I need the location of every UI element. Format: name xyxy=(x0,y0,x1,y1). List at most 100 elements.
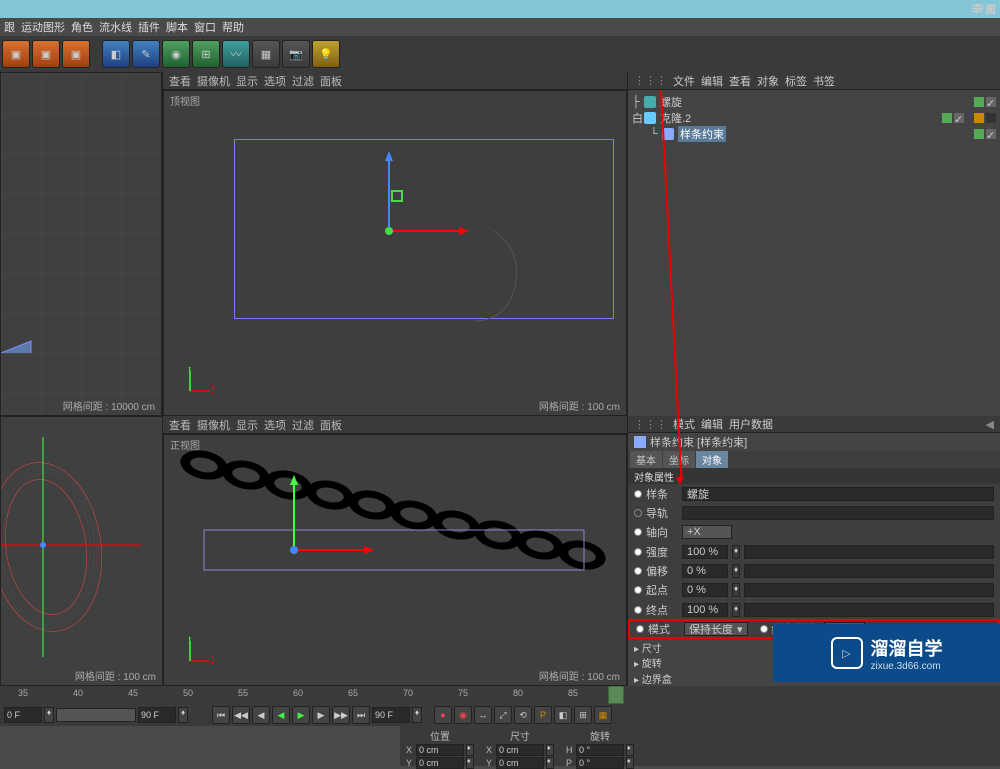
obj-tab[interactable]: 标签 xyxy=(785,73,807,89)
start-frame-input[interactable]: 0 F xyxy=(4,707,42,723)
prev-frame-button[interactable]: ◀ xyxy=(252,706,270,724)
key-scale-button[interactable]: ⤢ xyxy=(494,706,512,724)
obj-tab[interactable]: 文件 xyxy=(673,73,695,89)
spinner-icon[interactable]: ♦ xyxy=(412,707,422,723)
axis-dropdown[interactable]: +X xyxy=(682,525,732,539)
menu-item[interactable]: 插件 xyxy=(138,19,160,35)
obj-tab[interactable]: 书签 xyxy=(813,73,835,89)
menu-item[interactable]: 运动图形 xyxy=(21,19,65,35)
spinner-icon[interactable]: ♦ xyxy=(44,707,54,723)
spinner-icon[interactable]: ♦ xyxy=(732,564,740,578)
play-back-button[interactable]: ◀ xyxy=(272,706,290,724)
menu-item[interactable]: 窗口 xyxy=(194,19,216,35)
start-slider[interactable] xyxy=(744,583,994,597)
size-x-input[interactable]: 0 cm xyxy=(496,744,544,756)
goto-start-button[interactable]: ⏮ xyxy=(212,706,230,724)
param-dot[interactable] xyxy=(634,528,642,536)
attr-menu[interactable]: 编辑 xyxy=(701,416,723,432)
vp-tab[interactable]: 面板 xyxy=(320,73,342,89)
menu-item[interactable]: 跟 xyxy=(4,19,15,35)
spinner-icon[interactable]: ♦ xyxy=(178,707,188,723)
end-input[interactable]: 100 % xyxy=(682,603,728,617)
tool-render-region-icon[interactable]: ▣ xyxy=(32,40,60,68)
strength-input[interactable]: 100 % xyxy=(682,545,728,559)
attr-menu[interactable]: 用户数据 xyxy=(729,416,773,432)
step-fwd-button[interactable]: ▶▶ xyxy=(332,706,350,724)
viewport-top[interactable]: 顶视图 X Y 网格间距 : 100 cm xyxy=(163,90,627,416)
spinner-icon[interactable]: ♦ xyxy=(546,757,554,769)
param-dot[interactable] xyxy=(634,586,642,594)
nav-back-icon[interactable]: ◀ xyxy=(986,418,994,431)
vp-tab[interactable]: 查看 xyxy=(169,73,191,89)
tool-render-icon[interactable]: ▣ xyxy=(2,40,30,68)
tag-icon[interactable] xyxy=(974,113,984,123)
menu-item[interactable]: 流水线 xyxy=(99,19,132,35)
timeline[interactable]: 35 40 45 50 55 60 65 70 75 80 85 90 xyxy=(0,686,1000,704)
vp-minimize-icon[interactable]: ⊟ xyxy=(972,2,981,15)
spinner-icon[interactable]: ♦ xyxy=(466,744,474,756)
tool-nurbs-icon[interactable]: ◉ xyxy=(162,40,190,68)
vp-tab[interactable]: 过滤 xyxy=(292,73,314,89)
param-dot[interactable] xyxy=(634,567,642,575)
tool-array-icon[interactable]: ⊞ xyxy=(192,40,220,68)
spinner-icon[interactable]: ♦ xyxy=(732,545,740,559)
pos-x-input[interactable]: 0 cm xyxy=(416,744,464,756)
end-slider[interactable] xyxy=(744,603,994,617)
offset-slider[interactable] xyxy=(744,564,994,578)
menu-item[interactable]: 帮助 xyxy=(222,19,244,35)
tool-cube-icon[interactable]: ◧ xyxy=(102,40,130,68)
param-dot[interactable] xyxy=(634,548,642,556)
size-y-input[interactable]: 0 cm xyxy=(496,757,544,769)
vp-tab[interactable]: 选项 xyxy=(264,417,286,433)
key-param-button[interactable]: P xyxy=(534,706,552,724)
param-dot[interactable] xyxy=(634,490,642,498)
rail-link-field[interactable] xyxy=(682,506,994,520)
offset-input[interactable]: 0 % xyxy=(682,564,728,578)
viewport-perspective[interactable]: 网格间距 : 10000 cm xyxy=(0,72,162,416)
spinner-icon[interactable]: ♦ xyxy=(466,757,474,769)
object-tree[interactable]: ├ 螺旋 ✓ 白 克隆.2 ✓ └ 样条约束 ✓ xyxy=(628,90,1000,416)
render-badge[interactable]: ✓ xyxy=(986,129,996,139)
vp-tab[interactable]: 摄像机 xyxy=(197,73,230,89)
key-pla-button[interactable]: ◧ xyxy=(554,706,572,724)
current-frame-input[interactable]: 90 F xyxy=(138,707,176,723)
render-badge[interactable]: ✓ xyxy=(954,113,964,123)
range-slider[interactable] xyxy=(56,708,136,722)
tool-spline-icon[interactable]: ✎ xyxy=(132,40,160,68)
vp-tab[interactable]: 选项 xyxy=(264,73,286,89)
render-badge[interactable]: ✓ xyxy=(986,97,996,107)
viewport-left-bottom[interactable]: 网格间距 : 100 cm xyxy=(0,416,163,686)
spinner-icon[interactable]: ♦ xyxy=(732,603,740,617)
visibility-badge[interactable] xyxy=(974,97,984,107)
autokey-button[interactable]: ◉ xyxy=(454,706,472,724)
key-pos-button[interactable]: ↔ xyxy=(474,706,492,724)
obj-tab[interactable]: 编辑 xyxy=(701,73,723,89)
spinner-icon[interactable]: ♦ xyxy=(546,744,554,756)
vp-tab[interactable]: 面板 xyxy=(320,417,342,433)
spinner-icon[interactable]: ♦ xyxy=(626,757,634,769)
vp-tab[interactable]: 查看 xyxy=(169,417,191,433)
rot-h-input[interactable]: 0 ° xyxy=(576,744,624,756)
record-button[interactable]: ● xyxy=(434,706,452,724)
tree-item-spiral[interactable]: ├ 螺旋 ✓ xyxy=(632,94,996,110)
obj-tab[interactable]: 对象 xyxy=(757,73,779,89)
step-back-button[interactable]: ◀◀ xyxy=(232,706,250,724)
tag-icon[interactable] xyxy=(986,113,996,123)
play-button[interactable]: ▶ xyxy=(292,706,310,724)
tool-camera-icon[interactable]: 📷 xyxy=(282,40,310,68)
menu-item[interactable]: 角色 xyxy=(71,19,93,35)
vp-tab[interactable]: 显示 xyxy=(236,73,258,89)
strength-slider[interactable] xyxy=(744,545,994,559)
spinner-icon[interactable]: ♦ xyxy=(626,744,634,756)
tab-basic[interactable]: 基本 xyxy=(630,451,662,468)
viewport-front[interactable]: 正视图 xyxy=(163,434,627,686)
tool-deformer-icon[interactable]: 〰 xyxy=(222,40,250,68)
spinner-icon[interactable]: ♦ xyxy=(732,583,740,597)
vp-maximize-icon[interactable]: ⊞ xyxy=(987,2,996,15)
tool-render-settings-icon[interactable]: ▣ xyxy=(62,40,90,68)
tree-item-clone[interactable]: 白 克隆.2 ✓ xyxy=(632,110,996,126)
key-rot-button[interactable]: ⟲ xyxy=(514,706,532,724)
key-options2-button[interactable]: ▦ xyxy=(594,706,612,724)
obj-tab[interactable]: 查看 xyxy=(729,73,751,89)
end-frame-input[interactable]: 90 F xyxy=(372,707,410,723)
